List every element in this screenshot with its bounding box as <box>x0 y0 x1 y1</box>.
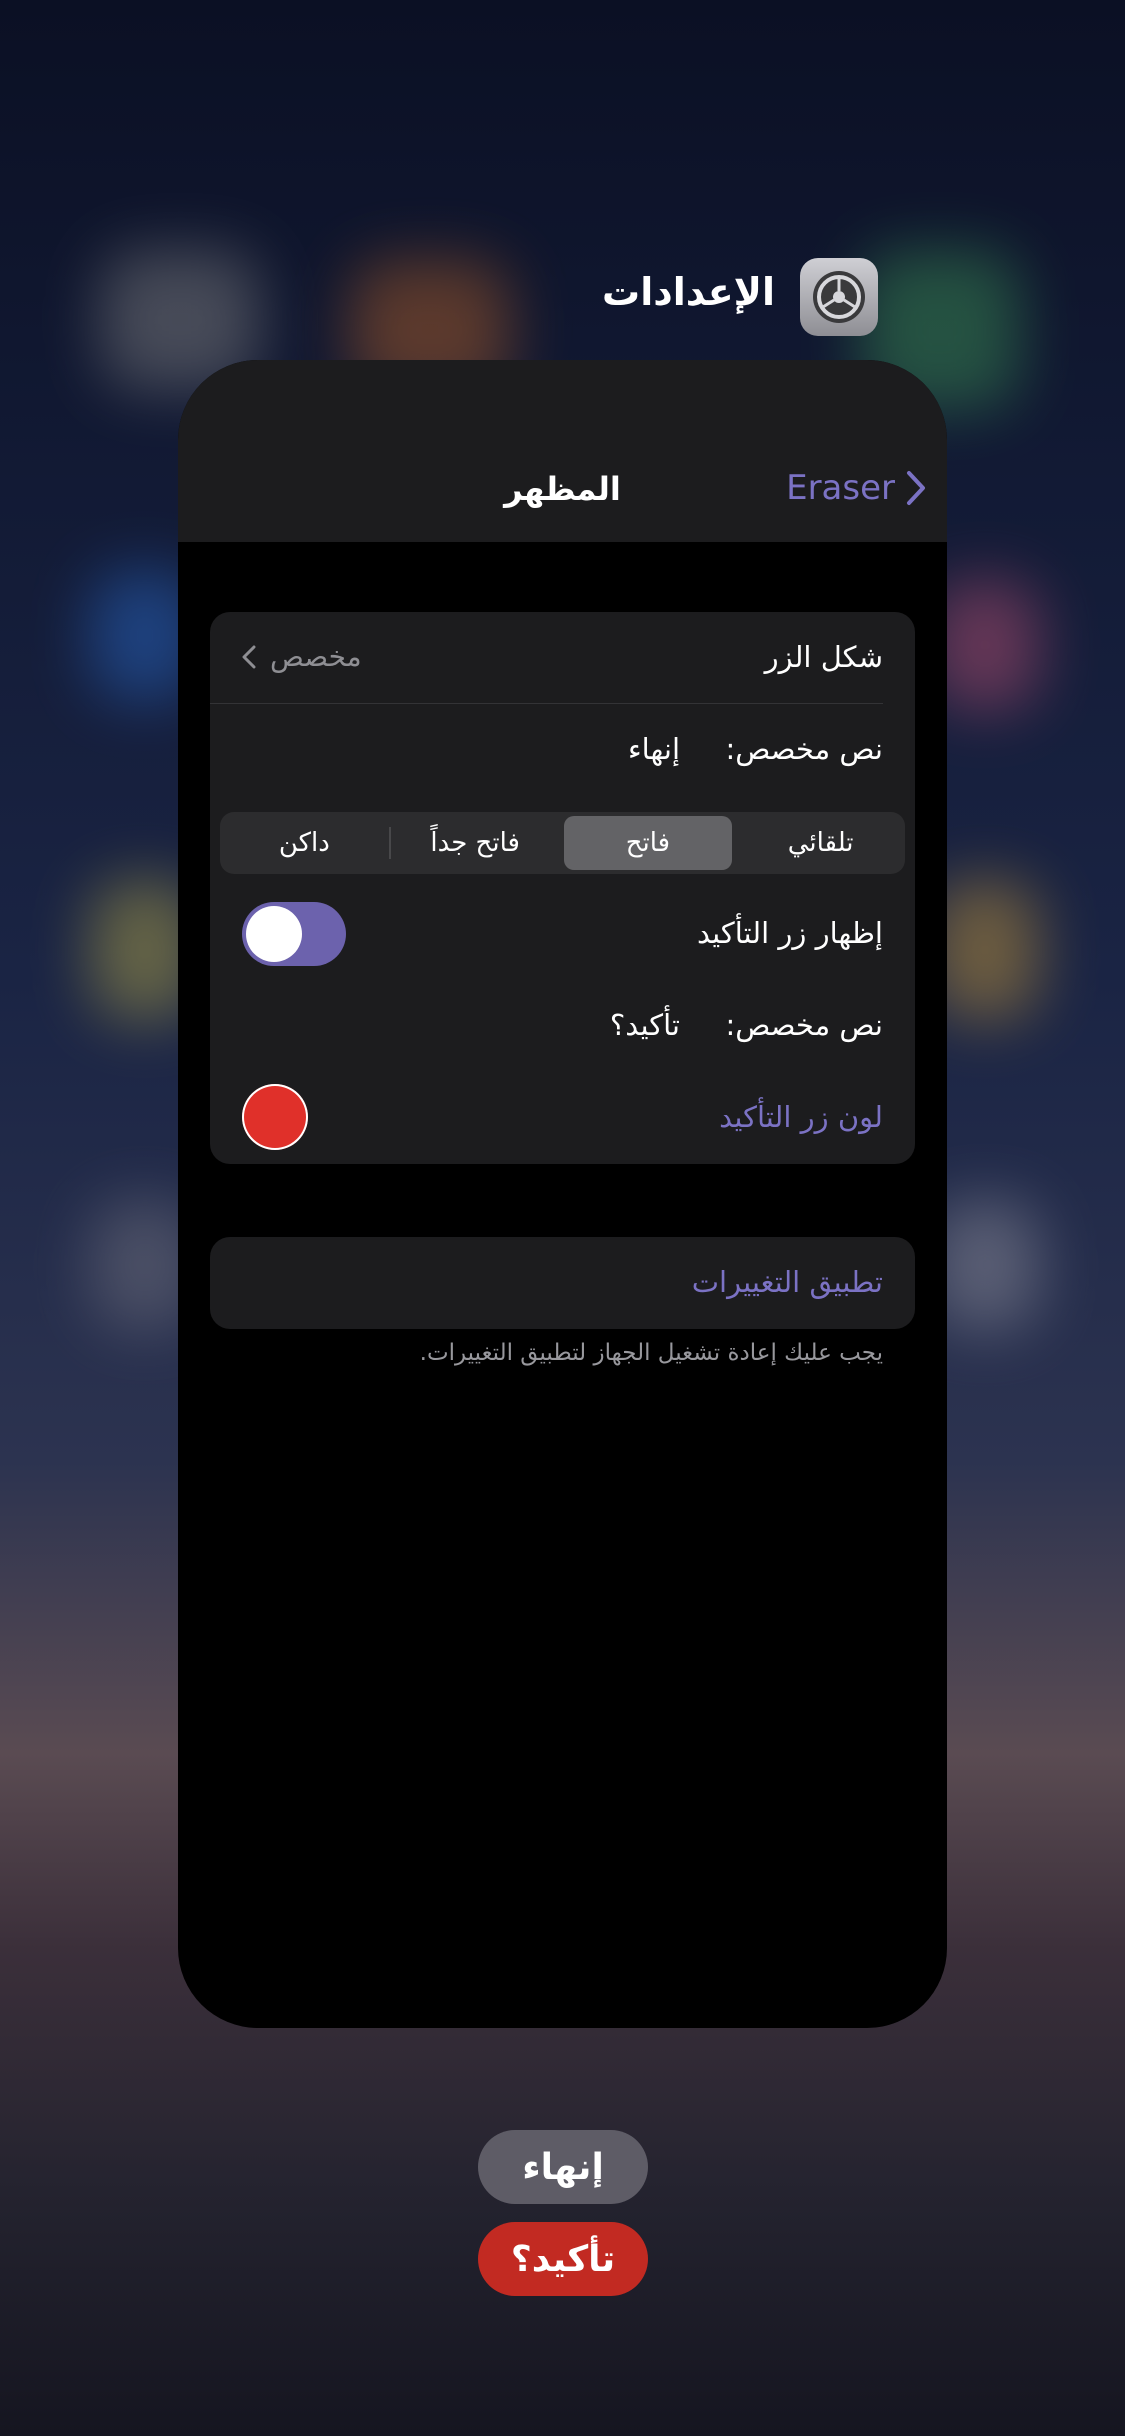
apply-group: تطبيق التغييرات <box>210 1237 915 1329</box>
button-shape-value: مخصص <box>270 640 362 673</box>
end-button[interactable]: إنهاء <box>478 2130 648 2204</box>
custom-text-end-field[interactable]: إنهاء <box>628 732 680 766</box>
button-shape-detail: مخصص <box>242 640 362 673</box>
appearance-segmented-control[interactable]: تلقائي فاتح فاتح جداً داكن <box>220 812 905 874</box>
button-shape-row[interactable]: شكل الزر مخصص <box>210 612 915 704</box>
segment-light[interactable]: فاتح <box>563 816 733 870</box>
custom-text-label: نص مخصص: <box>725 732 883 766</box>
custom-text-confirm-row[interactable]: نص مخصص: تأكيد؟ <box>210 980 915 1072</box>
confirm-color-label: لون زر التأكيد <box>719 1100 883 1134</box>
restart-footnote: يجب عليك إعادة تشغيل الجهاز لتطبيق التغي… <box>419 1340 883 1366</box>
settings-gear-icon[interactable] <box>800 258 878 336</box>
back-label: Eraser <box>786 468 895 508</box>
custom-text-label: نص مخصص: <box>725 1008 883 1042</box>
toggle-knob <box>246 906 302 962</box>
app-name: الإعدادات <box>602 270 775 314</box>
apply-changes-label: تطبيق التغييرات <box>691 1265 883 1299</box>
navigation-bar: المظهر Eraser <box>178 360 947 542</box>
settings-group: شكل الزر مخصص نص مخصص: إنهاء تلقائي فاتح… <box>210 612 915 1164</box>
segment-auto[interactable]: تلقائي <box>736 812 905 874</box>
segment-very-light[interactable]: فاتح جداً <box>391 812 560 874</box>
show-confirm-row: إظهار زر التأكيد <box>210 888 915 980</box>
custom-text-end-row[interactable]: نص مخصص: إنهاء <box>210 704 915 796</box>
app-card[interactable]: المظهر Eraser شكل الزر مخصص نص مخصص: إنه… <box>178 360 947 2028</box>
apply-changes-button[interactable]: تطبيق التغييرات <box>210 1237 915 1329</box>
confirm-color-swatch[interactable] <box>242 1084 308 1150</box>
confirm-color-row[interactable]: لون زر التأكيد <box>210 1072 915 1164</box>
confirm-button[interactable]: تأكيد؟ <box>478 2222 648 2296</box>
app-switcher-header: الإعدادات <box>0 258 1125 338</box>
chevron-right-icon <box>907 471 925 505</box>
custom-text-confirm-field[interactable]: تأكيد؟ <box>610 1008 680 1042</box>
button-shape-label: شكل الزر <box>764 640 883 674</box>
show-confirm-label: إظهار زر التأكيد <box>696 916 883 950</box>
back-button[interactable]: Eraser <box>786 468 927 508</box>
segment-dark[interactable]: داكن <box>220 812 389 874</box>
chevron-left-icon <box>242 645 256 668</box>
show-confirm-toggle[interactable] <box>242 902 346 966</box>
